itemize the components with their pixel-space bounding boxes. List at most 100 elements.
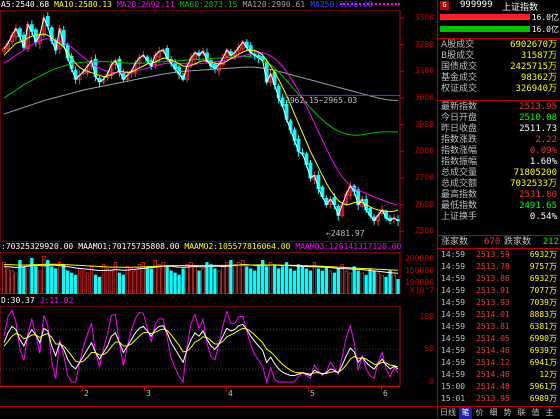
volume-bar	[54, 268, 58, 294]
volume-bar	[129, 268, 134, 294]
quote-label: 上证换手	[441, 212, 478, 222]
volume-bar	[133, 270, 137, 294]
volume-bar	[197, 270, 201, 294]
volume-bar	[26, 268, 30, 294]
volume-bar	[237, 262, 241, 294]
volume-bar	[233, 264, 237, 294]
volume-bar	[300, 266, 305, 294]
trade-time: 14:59	[441, 298, 466, 307]
volume-bar	[173, 272, 177, 294]
trade-price: 2514.12	[476, 358, 510, 367]
stat-row: A股成交 6902670万	[438, 40, 559, 51]
volume-bar	[288, 268, 293, 294]
sell-bar	[440, 26, 530, 32]
price-tick-label: 2900	[414, 119, 434, 129]
quote-value: 2531.80	[519, 190, 557, 200]
tick-trades[interactable]: 14:59 2513.59 6932万 14:59 2513.78 9757万 14:59 2…	[438, 249, 560, 405]
tab-5[interactable]: 联	[515, 407, 528, 419]
quote-row: 最高指数 2531.80	[438, 190, 559, 201]
quote-row: 最新指数 2513.95	[438, 102, 559, 113]
volume-bar	[101, 264, 106, 294]
kdj-d-line	[3, 327, 399, 375]
trade-row: 14:59 2514.12 6941万	[438, 357, 559, 368]
tab-1[interactable]: 笔	[459, 407, 472, 419]
trade-time: 14:59	[441, 322, 466, 331]
volume-bar	[165, 266, 169, 294]
volume-bar	[62, 264, 66, 294]
quote-panel: G 999999 上证指数 16.0亿 16.0亿 A股成交 6902670万 B股…	[437, 0, 560, 418]
volume-bar	[352, 266, 356, 294]
bottom-scroll-strip[interactable]	[0, 406, 436, 419]
volume-bar	[304, 268, 309, 294]
volume-bar	[209, 264, 213, 294]
stat-value: 31587万	[520, 51, 557, 61]
volume-bar	[14, 272, 18, 294]
volume-bar	[34, 264, 38, 294]
kdj-chart[interactable]	[0, 306, 436, 386]
quote-row: 上证换手 0.54%	[438, 212, 559, 223]
volume-bar	[336, 268, 340, 294]
trade-price: 2514.48	[476, 382, 510, 391]
trade-price: 2513.81	[476, 322, 510, 331]
volume-bar	[360, 272, 364, 294]
tab-7[interactable]: 主	[543, 407, 556, 419]
header-code: 999999	[460, 0, 493, 10]
quote-label: 总成交量	[441, 168, 478, 178]
quote-row: 指数涨幅 0.09%	[438, 146, 559, 157]
volume-bar	[193, 266, 197, 294]
stat-row: 权证成交 326940万	[438, 84, 559, 95]
tab-2[interactable]: 价	[473, 407, 486, 419]
volume-bar	[58, 262, 62, 294]
volume-bar	[388, 270, 392, 294]
trade-volume: 9757万	[529, 262, 557, 271]
x-tick-label: 5	[310, 389, 315, 398]
up-count-label: 涨家数	[441, 237, 469, 247]
trade-time: 15:00	[441, 382, 466, 391]
legend-ma20: MA20:2692.11	[116, 0, 175, 9]
volume-bar	[276, 268, 281, 294]
trade-volume: 7039万	[529, 298, 557, 307]
trade-row: 14:59 2513.93 7039万	[438, 297, 559, 308]
quote-value: 1.60%	[529, 157, 557, 167]
trade-volume: 6939万	[529, 346, 557, 355]
volume-chart[interactable]	[0, 252, 436, 294]
stat-label: 国债成交	[441, 62, 478, 72]
volume-bar	[368, 268, 372, 294]
volume-bar	[30, 257, 34, 294]
trade-volume: 6989万	[529, 394, 557, 403]
vol-legend-1: MAAMO1:70175735808.00	[78, 242, 180, 251]
tab-4[interactable]: 势	[501, 407, 514, 419]
tab-6[interactable]: 值	[529, 407, 542, 419]
volume-tick-label: 150000	[405, 266, 434, 275]
volume-bar	[348, 272, 352, 294]
stat-value: 326940万	[515, 84, 557, 94]
trade-time: 14:59	[441, 334, 466, 343]
stat-value: 6902670万	[510, 40, 557, 50]
trade-volume: 6941万	[529, 358, 557, 367]
volume-bar	[66, 270, 70, 294]
tab-3[interactable]: 细	[487, 407, 500, 419]
trade-price: 2513.59	[476, 250, 510, 259]
sell-bar-value: 16.0亿	[531, 25, 559, 34]
trade-volume: 12万	[539, 370, 557, 379]
volume-bar	[93, 274, 98, 294]
quote-label: 指数涨幅	[441, 146, 478, 156]
volume-bar	[332, 272, 336, 294]
trade-row: 14:59 2514.46 12万	[438, 369, 559, 380]
quote-value: 2513.95	[519, 102, 557, 112]
stat-value: 2425715万	[510, 62, 557, 72]
volume-bar	[217, 270, 221, 294]
high-annotation: 2962.15~2965.03	[285, 96, 358, 105]
quote-value: 7032533万	[510, 179, 557, 189]
x-tick-mark	[144, 387, 145, 391]
price-axis: 3300 3200 3100 3000 2900 2800 2700 2600 2500	[400, 10, 436, 242]
kdj-k-line	[3, 323, 399, 377]
volume-bar	[169, 270, 173, 294]
trade-time: 14:59	[441, 370, 466, 379]
quote-row: 最低指数 2491.65	[438, 201, 559, 212]
trade-volume: 6990万	[529, 334, 557, 343]
price-chart[interactable]	[0, 10, 436, 242]
trade-volume: 7077万	[529, 286, 557, 295]
tab-0[interactable]: 日线	[438, 407, 458, 419]
trade-price: 2513.93	[476, 298, 510, 307]
